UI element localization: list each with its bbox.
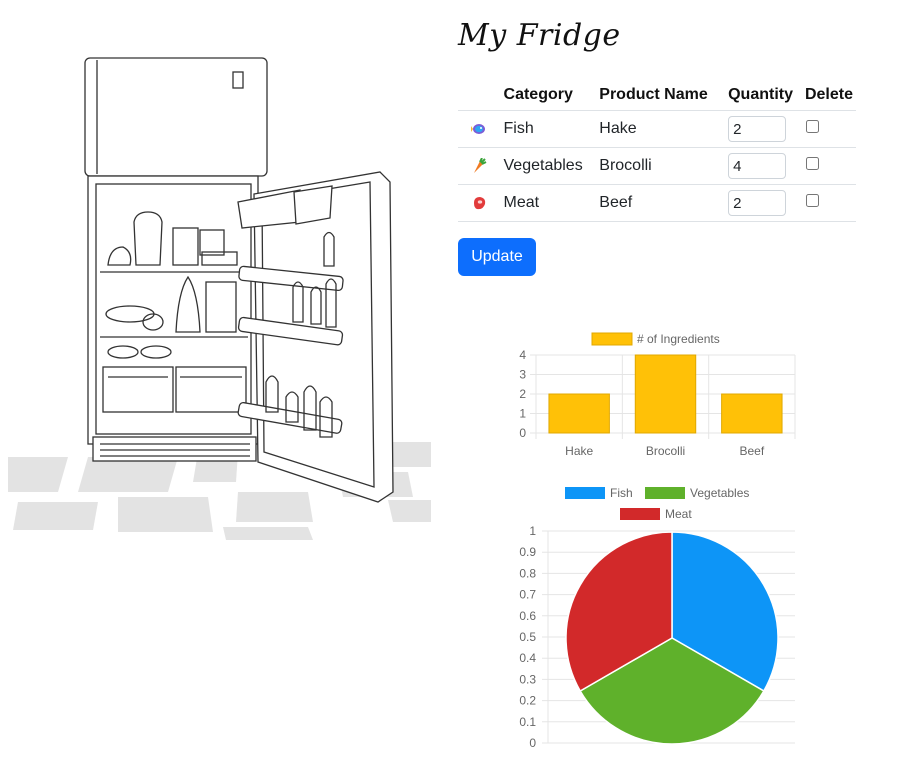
legend-swatch-fish (565, 487, 605, 499)
category-cell: Fish (503, 110, 600, 148)
product-cell: Brocolli (599, 147, 729, 185)
legend-swatch-vegetables (645, 487, 685, 499)
y-tick-label: 3 (519, 368, 526, 382)
open-fridge-illustration (8, 57, 431, 540)
product-cell: Hake (599, 110, 729, 148)
carrot-icon (474, 157, 487, 173)
y-tick-label: 0.3 (519, 672, 536, 686)
delete-checkbox[interactable] (805, 120, 819, 133)
legend-label: Vegetables (690, 486, 749, 500)
y-tick-label: 0.7 (519, 588, 536, 602)
legend-swatch-meat (620, 508, 660, 520)
table-row: Meat Beef (458, 184, 856, 222)
product-name-column-header: Product Name (599, 80, 729, 111)
delete-column-header: Delete (804, 80, 856, 111)
ingredients-bar-chart: # of Ingredients 0 1 2 3 4 Hake Brocolli Beef (519, 332, 796, 458)
update-button[interactable]: Update (458, 238, 536, 276)
delete-checkbox[interactable] (805, 194, 819, 207)
bar-brocolli (634, 354, 697, 434)
inventory-table: Category Product Name Quantity Delete Fi… (458, 80, 856, 222)
table-row: Vegetables Brocolli (458, 147, 856, 185)
table-row: Fish Hake (458, 110, 856, 148)
legend-swatch (591, 332, 633, 346)
y-tick-label: 2 (519, 387, 526, 401)
y-tick-label: 0.6 (519, 609, 536, 623)
y-tick-label: 0.1 (519, 715, 536, 729)
fish-icon (471, 123, 486, 134)
x-tick-label: Brocolli (646, 444, 685, 458)
y-tick-label: 4 (519, 348, 526, 362)
category-cell: Meat (503, 184, 600, 222)
steak-icon (474, 196, 486, 209)
delete-checkbox[interactable] (805, 157, 819, 170)
y-tick-label: 0.9 (519, 545, 536, 559)
y-tick-label: 0 (529, 736, 536, 750)
y-tick-label: 0.2 (519, 694, 536, 708)
quantity-input[interactable] (728, 116, 787, 142)
x-tick-label: Beef (739, 444, 764, 458)
y-tick-label: 1 (519, 407, 526, 421)
category-cell: Vegetables (503, 147, 600, 185)
product-cell: Beef (599, 184, 729, 222)
icon-column-header (458, 80, 504, 111)
legend-label: Meat (665, 507, 692, 521)
x-tick-label: Hake (565, 444, 593, 458)
y-tick-label: 0.5 (519, 630, 536, 644)
y-tick-label: 0 (519, 426, 526, 440)
category-column-header: Category (503, 80, 600, 111)
quantity-input[interactable] (728, 190, 787, 216)
legend-label: # of Ingredients (637, 332, 720, 346)
fridge-illustration (8, 52, 431, 542)
table-header-row: Category Product Name Quantity Delete (458, 80, 856, 111)
page-title: My Fridge (458, 18, 621, 53)
y-tick-label: 1 (529, 524, 536, 538)
quantity-column-header: Quantity (728, 80, 805, 111)
category-pie-chart: Fish Vegetables Meat 0 0.1 0.2 0.3 0.4 0.5 0.6 0.7… (519, 486, 795, 750)
y-tick-label: 0.4 (519, 651, 536, 665)
bar-hake (548, 393, 610, 434)
quantity-input[interactable] (728, 153, 787, 179)
legend-label: Fish (610, 486, 633, 500)
y-tick-label: 0.8 (519, 566, 536, 580)
bar-beef (721, 393, 783, 434)
